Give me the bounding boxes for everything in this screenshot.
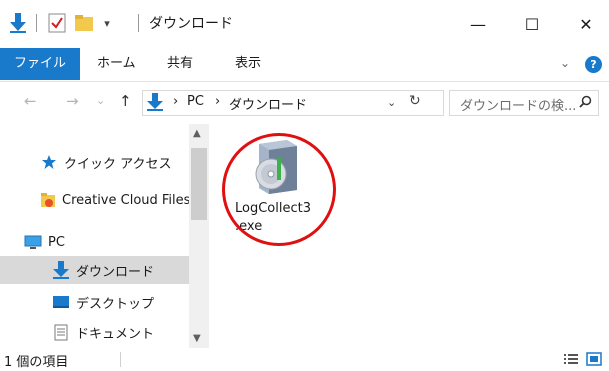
- nav-scrollbar[interactable]: ▲ ▼: [189, 124, 209, 348]
- new-folder-icon[interactable]: [73, 12, 95, 34]
- sidebar-item-label: クイック アクセス: [64, 156, 172, 172]
- document-icon: [52, 324, 70, 340]
- title-separator: [138, 14, 139, 32]
- breadcrumb-pc[interactable]: PC: [187, 94, 204, 109]
- download-arrow-icon: [52, 261, 70, 279]
- breadcrumb-separator[interactable]: ›: [173, 94, 178, 109]
- tab-home[interactable]: ホーム: [87, 48, 146, 80]
- download-arrow-icon: [147, 93, 163, 115]
- sidebar-item-label: Creative Cloud Files: [62, 192, 190, 208]
- sidebar-item-creative-cloud[interactable]: Creative Cloud Files: [0, 186, 190, 214]
- window-title: ダウンロード: [149, 16, 233, 32]
- sidebar-item-desktop[interactable]: デスクトップ: [0, 288, 190, 316]
- help-icon[interactable]: ?: [585, 56, 602, 73]
- status-bar: 1 個の項目: [0, 348, 609, 371]
- sidebar-item-label: ダウンロード: [76, 264, 155, 280]
- scroll-up-arrow-icon[interactable]: ▲: [193, 128, 201, 139]
- search-box[interactable]: ダウンロードの検...: [449, 90, 599, 116]
- title-bar: ▾ ダウンロード — ☐ ✕: [0, 0, 609, 48]
- scroll-down-arrow-icon[interactable]: ▼: [193, 333, 201, 344]
- address-bar[interactable]: › PC › ダウンロード ⌄ ↻: [142, 90, 444, 116]
- title-separator: [36, 14, 37, 32]
- desktop-icon: [52, 294, 70, 310]
- ribbon-expand-icon[interactable]: ⌄: [560, 56, 570, 70]
- large-icons-view-icon[interactable]: [586, 352, 602, 366]
- minimize-button[interactable]: —: [455, 8, 501, 40]
- tab-share[interactable]: 共有: [157, 48, 203, 80]
- address-row: ← → ⌄ ↑ › PC › ダウンロード ⌄ ↻ ダウンロードの検...: [0, 82, 609, 124]
- sidebar-item-downloads[interactable]: ダウンロード: [0, 256, 190, 284]
- sidebar-item-label: PC: [48, 234, 65, 250]
- properties-icon[interactable]: [47, 12, 67, 34]
- up-button[interactable]: ↑: [119, 92, 132, 110]
- scroll-thumb[interactable]: [191, 148, 207, 220]
- quick-access-dropdown-icon[interactable]: ▾: [100, 12, 114, 34]
- search-icon[interactable]: [579, 95, 592, 112]
- search-input[interactable]: ダウンロードの検...: [460, 95, 576, 114]
- sidebar-item-pc[interactable]: PC: [0, 228, 190, 256]
- pc-icon: [24, 234, 42, 250]
- download-arrow-icon[interactable]: [8, 12, 28, 34]
- sidebar-item-label: デスクトップ: [76, 296, 155, 312]
- sidebar-item-documents[interactable]: ドキュメント: [0, 318, 190, 346]
- status-separator: [120, 352, 121, 367]
- back-button[interactable]: ←: [24, 92, 37, 110]
- star-icon: [40, 154, 58, 170]
- sidebar-item-label: ドキュメント: [76, 326, 155, 342]
- highlight-circle: [222, 133, 336, 246]
- file-list-pane: LogCollect3 .exe: [209, 124, 609, 348]
- refresh-icon[interactable]: ↻: [409, 93, 421, 109]
- maximize-button[interactable]: ☐: [509, 8, 555, 40]
- ribbon-tab-bar: ファイル ホーム 共有 表示 ⌄ ?: [0, 48, 609, 82]
- breadcrumb-downloads[interactable]: ダウンロード: [229, 94, 307, 113]
- close-button[interactable]: ✕: [563, 8, 609, 40]
- forward-button[interactable]: →: [66, 92, 79, 110]
- navigation-pane: クイック アクセス Creative Cloud Files PC ダウンロード…: [0, 124, 209, 348]
- item-count: 1 個の項目: [4, 355, 69, 370]
- creative-cloud-icon: [40, 192, 56, 208]
- breadcrumb-separator[interactable]: ›: [215, 94, 220, 109]
- details-view-icon[interactable]: [563, 352, 579, 366]
- recent-locations-icon[interactable]: ⌄: [96, 94, 105, 107]
- tab-view[interactable]: 表示: [225, 48, 271, 80]
- tab-file[interactable]: ファイル: [0, 48, 81, 80]
- address-dropdown-icon[interactable]: ⌄: [387, 96, 396, 109]
- sidebar-item-quick-access[interactable]: クイック アクセス: [0, 148, 190, 176]
